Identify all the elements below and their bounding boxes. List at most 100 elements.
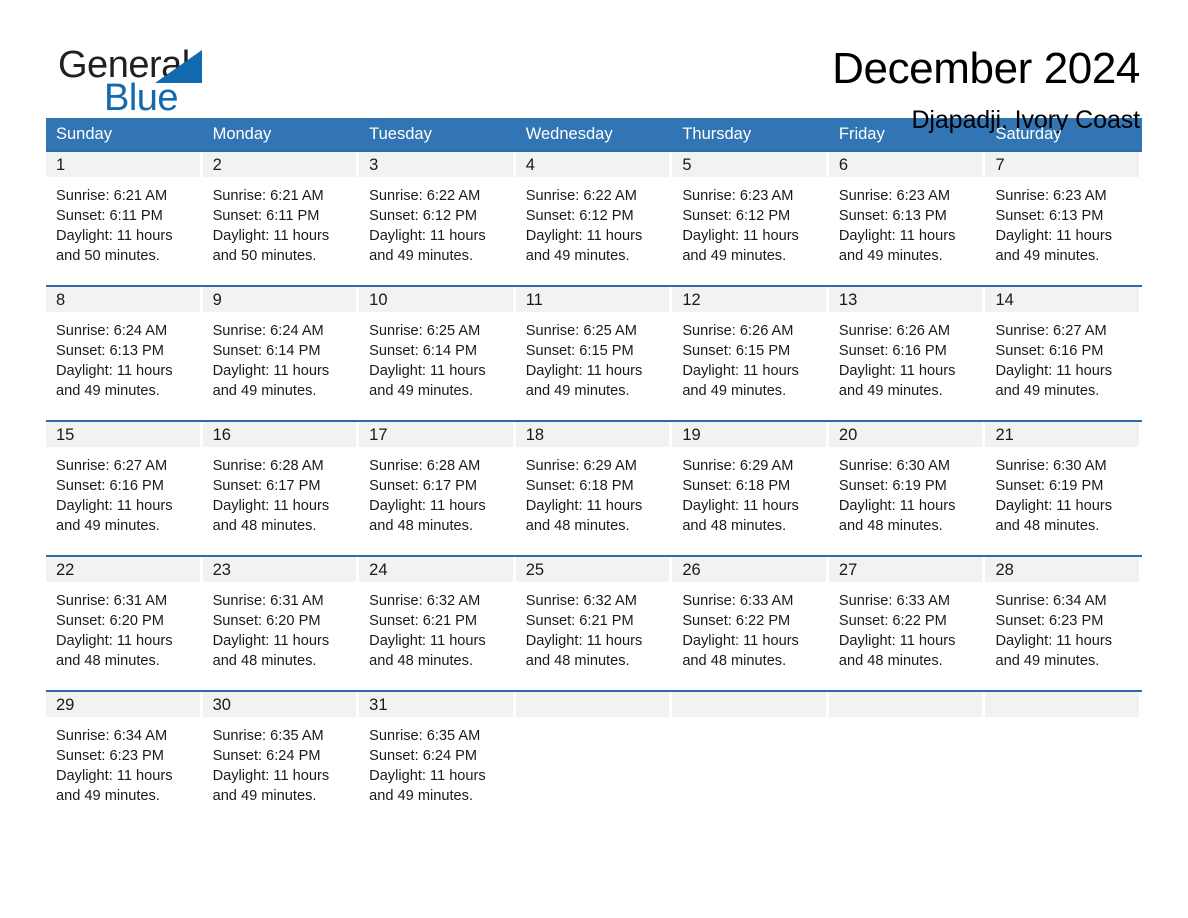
- day-number: 25: [525, 560, 545, 579]
- day-cell[interactable]: 29 Sunrise: 6:34 AM Sunset: 6:23 PM Dayl…: [46, 692, 203, 823]
- day-cell[interactable]: 24 Sunrise: 6:32 AM Sunset: 6:21 PM Dayl…: [359, 557, 516, 690]
- day-details: Sunrise: 6:26 AM Sunset: 6:16 PM Dayligh…: [829, 312, 983, 401]
- day-cell[interactable]: 22 Sunrise: 6:31 AM Sunset: 6:20 PM Dayl…: [46, 557, 203, 690]
- day-cell[interactable]: 19 Sunrise: 6:29 AM Sunset: 6:18 PM Dayl…: [672, 422, 829, 555]
- sunrise-text: Sunrise: 6:23 AM: [995, 188, 1107, 204]
- day-number: 14: [995, 290, 1014, 309]
- day-cell[interactable]: 5 Sunrise: 6:23 AM Sunset: 6:12 PM Dayli…: [672, 152, 829, 285]
- day-number-band: 26: [672, 557, 826, 582]
- day-cell[interactable]: 10 Sunrise: 6:25 AM Sunset: 6:14 PM Dayl…: [359, 287, 516, 420]
- day-cell[interactable]: 31 Sunrise: 6:35 AM Sunset: 6:24 PM Dayl…: [359, 692, 516, 823]
- day-cell[interactable]: 16 Sunrise: 6:28 AM Sunset: 6:17 PM Dayl…: [202, 422, 360, 555]
- day-details: Sunrise: 6:21 AM Sunset: 6:11 PM Dayligh…: [46, 177, 200, 266]
- day-number: 6: [838, 155, 849, 174]
- day-cell[interactable]: 17 Sunrise: 6:28 AM Sunset: 6:17 PM Dayl…: [359, 422, 516, 555]
- day-cell[interactable]: 1 Sunrise: 6:21 AM Sunset: 6:11 PM Dayli…: [46, 152, 203, 285]
- day-number: 7: [995, 155, 1005, 174]
- day-cell[interactable]: 20 Sunrise: 6:30 AM Sunset: 6:19 PM Dayl…: [828, 422, 986, 555]
- day-cell[interactable]: 13 Sunrise: 6:26 AM Sunset: 6:16 PM Dayl…: [828, 287, 986, 420]
- day-cell[interactable]: 6 Sunrise: 6:23 AM Sunset: 6:13 PM Dayli…: [828, 152, 986, 285]
- sunrise-text: Sunrise: 6:25 AM: [525, 323, 637, 339]
- sunrise-text: Sunrise: 6:33 AM: [682, 593, 794, 609]
- day-cell[interactable]: 23 Sunrise: 6:31 AM Sunset: 6:20 PM Dayl…: [202, 557, 360, 690]
- sunrise-text: Sunrise: 6:24 AM: [56, 323, 168, 339]
- day-details: Sunrise: 6:34 AM Sunset: 6:23 PM Dayligh…: [46, 717, 200, 806]
- day-number-band: 14: [985, 287, 1140, 312]
- sunrise-text: Sunrise: 6:21 AM: [56, 188, 168, 204]
- day-cell[interactable]: 7 Sunrise: 6:23 AM Sunset: 6:13 PM Dayli…: [985, 152, 1142, 285]
- sunset-text: Sunset: 6:19 PM: [995, 478, 1104, 494]
- daylight-text-line1: Daylight: 11 hours: [212, 363, 330, 379]
- day-number: 31: [369, 695, 388, 714]
- day-details: Sunrise: 6:29 AM Sunset: 6:18 PM Dayligh…: [516, 447, 670, 536]
- day-number-band: 16: [202, 422, 357, 447]
- day-number: 19: [682, 425, 701, 444]
- sunrise-text: Sunrise: 6:30 AM: [995, 458, 1107, 474]
- weekday-header-saturday: Saturday: [995, 125, 1062, 143]
- day-number: 30: [212, 695, 231, 714]
- daylight-text-line1: Daylight: 11 hours: [369, 228, 486, 244]
- day-cell[interactable]: 28 Sunrise: 6:34 AM Sunset: 6:23 PM Dayl…: [985, 557, 1142, 690]
- day-details: Sunrise: 6:29 AM Sunset: 6:18 PM Dayligh…: [672, 447, 826, 536]
- daylight-text-line1: Daylight: 11 hours: [56, 633, 173, 649]
- day-cell[interactable]: 25 Sunrise: 6:32 AM Sunset: 6:21 PM Dayl…: [515, 557, 673, 690]
- day-details: Sunrise: 6:30 AM Sunset: 6:19 PM Dayligh…: [829, 447, 983, 536]
- day-cell[interactable]: 21 Sunrise: 6:30 AM Sunset: 6:19 PM Dayl…: [985, 422, 1142, 555]
- week-row: 15 Sunrise: 6:27 AM Sunset: 6:16 PM Dayl…: [46, 420, 1142, 555]
- sunset-text: Sunset: 6:17 PM: [369, 478, 478, 494]
- day-cell[interactable]: 4 Sunrise: 6:22 AM Sunset: 6:12 PM Dayli…: [515, 152, 673, 285]
- day-details: Sunrise: 6:23 AM Sunset: 6:12 PM Dayligh…: [672, 177, 826, 266]
- day-cell[interactable]: 26 Sunrise: 6:33 AM Sunset: 6:22 PM Dayl…: [672, 557, 829, 690]
- daylight-text-line1: Daylight: 11 hours: [838, 633, 956, 649]
- day-cell[interactable]: 14 Sunrise: 6:27 AM Sunset: 6:16 PM Dayl…: [985, 287, 1142, 420]
- day-cell[interactable]: 15 Sunrise: 6:27 AM Sunset: 6:16 PM Dayl…: [46, 422, 203, 555]
- sunrise-text: Sunrise: 6:23 AM: [682, 188, 794, 204]
- daylight-text-line2: and 49 minutes.: [369, 248, 474, 264]
- daylight-text-line2: and 49 minutes.: [682, 248, 787, 264]
- day-cell[interactable]: 2 Sunrise: 6:21 AM Sunset: 6:11 PM Dayli…: [202, 152, 360, 285]
- sunrise-text: Sunrise: 6:21 AM: [212, 188, 324, 204]
- daylight-text-line2: and 48 minutes.: [525, 518, 630, 534]
- sunset-text: Sunset: 6:15 PM: [682, 343, 791, 359]
- day-number-band: 13: [828, 287, 983, 312]
- daylight-text-line1: Daylight: 11 hours: [525, 633, 643, 649]
- daylight-text-line2: and 48 minutes.: [682, 653, 787, 669]
- day-number-band: 31: [359, 692, 513, 717]
- day-number: 23: [212, 560, 231, 579]
- day-number: 18: [525, 425, 545, 444]
- day-number-band: 7: [985, 152, 1140, 177]
- day-cell[interactable]: 18 Sunrise: 6:29 AM Sunset: 6:18 PM Dayl…: [515, 422, 673, 555]
- daylight-text-line2: and 50 minutes.: [212, 248, 317, 264]
- day-cell[interactable]: 12 Sunrise: 6:26 AM Sunset: 6:15 PM Dayl…: [672, 287, 829, 420]
- day-cell-empty: [828, 692, 986, 823]
- daylight-text-line1: Daylight: 11 hours: [995, 498, 1113, 514]
- sunset-text: Sunset: 6:23 PM: [995, 613, 1104, 629]
- sunset-text: Sunset: 6:20 PM: [212, 613, 321, 629]
- day-number-band: 17: [359, 422, 513, 447]
- sunrise-text: Sunrise: 6:29 AM: [682, 458, 794, 474]
- day-details: Sunrise: 6:27 AM Sunset: 6:16 PM Dayligh…: [985, 312, 1139, 401]
- sunrise-text: Sunrise: 6:35 AM: [212, 728, 324, 744]
- day-cell[interactable]: 30 Sunrise: 6:35 AM Sunset: 6:24 PM Dayl…: [202, 692, 360, 823]
- daylight-text-line1: Daylight: 11 hours: [995, 633, 1113, 649]
- day-details: Sunrise: 6:30 AM Sunset: 6:19 PM Dayligh…: [985, 447, 1139, 536]
- sunset-text: Sunset: 6:18 PM: [682, 478, 791, 494]
- daylight-text-line1: Daylight: 11 hours: [369, 363, 486, 379]
- daylight-text-line1: Daylight: 11 hours: [56, 228, 173, 244]
- day-details: Sunrise: 6:25 AM Sunset: 6:14 PM Dayligh…: [359, 312, 513, 401]
- day-cell[interactable]: 9 Sunrise: 6:24 AM Sunset: 6:14 PM Dayli…: [202, 287, 360, 420]
- day-number: 24: [369, 560, 388, 579]
- day-cell[interactable]: 27 Sunrise: 6:33 AM Sunset: 6:22 PM Dayl…: [828, 557, 986, 690]
- day-cell[interactable]: 11 Sunrise: 6:25 AM Sunset: 6:15 PM Dayl…: [515, 287, 673, 420]
- sunrise-text: Sunrise: 6:31 AM: [56, 593, 168, 609]
- day-details: Sunrise: 6:34 AM Sunset: 6:23 PM Dayligh…: [985, 582, 1139, 671]
- daylight-text-line2: and 48 minutes.: [995, 518, 1100, 534]
- general-blue-logo[interactable]: General Blue: [58, 44, 258, 120]
- day-number-band: [672, 692, 826, 717]
- day-details: Sunrise: 6:22 AM Sunset: 6:12 PM Dayligh…: [516, 177, 670, 266]
- sunset-text: Sunset: 6:16 PM: [995, 343, 1104, 359]
- sunset-text: Sunset: 6:20 PM: [56, 613, 164, 629]
- day-cell[interactable]: 8 Sunrise: 6:24 AM Sunset: 6:13 PM Dayli…: [46, 287, 203, 420]
- day-details: Sunrise: 6:24 AM Sunset: 6:14 PM Dayligh…: [203, 312, 357, 401]
- day-cell[interactable]: 3 Sunrise: 6:22 AM Sunset: 6:12 PM Dayli…: [359, 152, 516, 285]
